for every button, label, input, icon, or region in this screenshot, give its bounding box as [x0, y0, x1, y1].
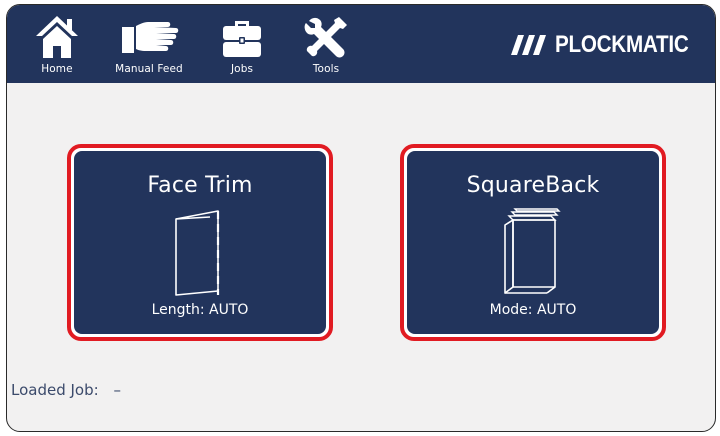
tools-icon: [304, 17, 347, 58]
triple-slash-icon: [511, 35, 546, 55]
nav-tools-button[interactable]: Tools: [295, 5, 357, 83]
hand-icon: [122, 22, 179, 53]
open-booklet-icon: [175, 210, 220, 296]
book-stack-icon: [504, 208, 561, 294]
face-trim-button[interactable]: Face Trim Length: AUTO: [67, 144, 333, 341]
face-trim-title: Face Trim: [147, 173, 253, 198]
face-trim-status: Length: AUTO: [151, 302, 249, 318]
nav-manual-feed-button[interactable]: Manual Feed: [99, 5, 199, 83]
loaded-job-info: Loaded Job: –: [11, 381, 121, 399]
squareback-card: SquareBack Mode: AUTO: [407, 151, 659, 334]
nav-home-label: Home: [41, 63, 73, 75]
home-icon: [36, 16, 78, 58]
face-trim-card: Face Trim Length: AUTO: [74, 151, 326, 334]
nav-jobs-button[interactable]: Jobs: [207, 5, 277, 83]
briefcase-icon: [223, 21, 261, 57]
top-navigation-bar: Home Manual Feed Jobs Tools PLOCKMATIC: [7, 5, 715, 83]
loaded-job-value: –: [113, 381, 121, 399]
squareback-button[interactable]: SquareBack Mode: AUTO: [400, 144, 666, 341]
squareback-status: Mode: AUTO: [489, 302, 577, 318]
squareback-title: SquareBack: [466, 173, 600, 198]
loaded-job-label: Loaded Job:: [11, 381, 99, 399]
logo-text: PLOCKMATIC: [555, 31, 689, 58]
plockmatic-logo: PLOCKMATIC: [511, 27, 705, 63]
screen: Home Manual Feed Jobs Tools PLOCKMATIC F…: [6, 4, 716, 432]
nav-tools-label: Tools: [312, 63, 340, 75]
nav-home-button[interactable]: Home: [27, 5, 87, 83]
nav-manual-feed-label: Manual Feed: [115, 63, 183, 75]
nav-jobs-label: Jobs: [230, 63, 254, 75]
